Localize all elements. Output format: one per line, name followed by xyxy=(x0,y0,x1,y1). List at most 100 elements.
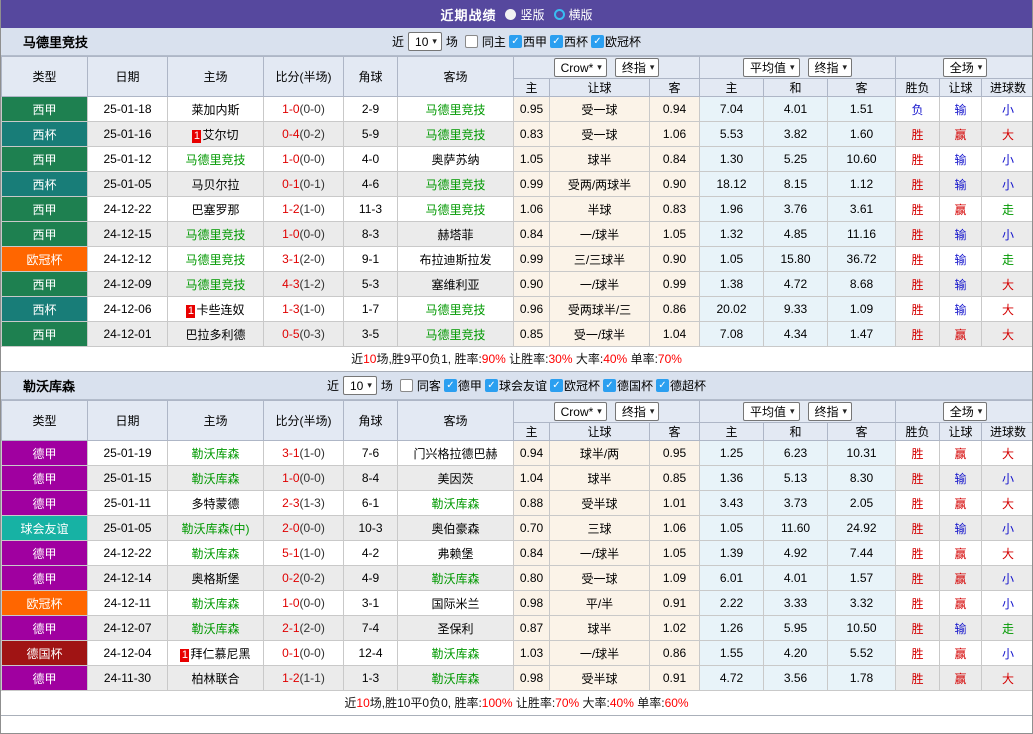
fulltime-score: 2-1 xyxy=(282,621,300,635)
chevron-down-icon: ▾ xyxy=(842,62,848,72)
score: 2-3(1-3) xyxy=(263,490,344,516)
type-badge: 西甲 xyxy=(1,146,88,172)
header-dropdown[interactable]: 平均值 ▾ xyxy=(742,58,800,77)
dropdown-value: 终指 xyxy=(621,405,646,419)
checkbox-label: 德国杯 xyxy=(616,379,653,393)
sub-col-header: 主 xyxy=(699,422,765,441)
halftime-score: (0-0) xyxy=(299,227,325,241)
header-dropdown[interactable]: 全场 ▾ xyxy=(942,58,988,77)
summary-segment: 场,胜10平0负0, 胜率: xyxy=(369,696,482,710)
fulltime-score: 3-1 xyxy=(282,446,300,460)
header-dropdown[interactable]: 终指 ▾ xyxy=(807,58,853,77)
fulltime-score: 1-0 xyxy=(282,102,300,116)
competition-checkbox[interactable]: ✓ 球会友谊 xyxy=(484,377,547,394)
type-badge: 西杯 xyxy=(1,121,88,147)
odds-home: 1.03 xyxy=(513,640,550,666)
competition-checkbox[interactable]: ✓ 西甲 xyxy=(508,33,547,50)
type-badge: 西甲 xyxy=(1,196,88,222)
sub-col-header: 和 xyxy=(763,78,829,97)
odds-home: 0.95 xyxy=(513,96,550,122)
col-header-type: 类型 xyxy=(1,400,88,441)
avg-away: 11.16 xyxy=(827,221,897,247)
type-badge: 德甲 xyxy=(1,565,88,591)
avg-home: 1.38 xyxy=(699,271,765,297)
competition-checkbox[interactable]: ✓ 西杯 xyxy=(549,33,588,50)
red-card-badge: 1 xyxy=(180,648,190,662)
score: 1-2(1-0) xyxy=(263,196,344,222)
corners: 2-9 xyxy=(343,96,398,122)
header-dropdown[interactable]: 全场 ▾ xyxy=(942,402,988,421)
avg-draw: 3.73 xyxy=(763,490,829,516)
team-label: 巴塞罗那 xyxy=(191,202,240,217)
avg-draw: 4.72 xyxy=(763,271,829,297)
header-dropdown[interactable]: 终指 ▾ xyxy=(807,402,853,421)
col-header-type: 类型 xyxy=(1,56,88,97)
match-count-select[interactable]: 10 ▾ xyxy=(408,32,442,51)
odds-home: 0.84 xyxy=(513,221,550,247)
odds-away: 1.06 xyxy=(648,515,701,541)
team-label: 勒沃库森 xyxy=(191,621,240,636)
odds-away: 0.86 xyxy=(648,640,701,666)
checkbox-label: 同客 xyxy=(416,379,441,393)
team-label: 勒沃库森(中) xyxy=(181,521,250,536)
table-row: 西甲 25-01-12 马德里竞技 1-0(0-0) 4-0 奥萨苏纳 1.05 球半 0.84… xyxy=(1,146,1032,172)
result-handicap: 输 xyxy=(939,615,983,641)
match-date: 24-11-30 xyxy=(87,665,168,691)
competition-checkbox[interactable]: ✓ 欧冠杯 xyxy=(590,33,641,50)
home-team: 勒沃库森(中) xyxy=(167,515,264,541)
match-date: 24-12-11 xyxy=(87,590,168,616)
odds-away: 1.01 xyxy=(648,490,701,516)
corners: 4-2 xyxy=(343,540,398,566)
competition-checkbox[interactable]: ✓ 德甲 xyxy=(443,377,482,394)
score: 0-2(0-2) xyxy=(263,565,344,591)
fulltime-score: 0-4 xyxy=(282,127,300,141)
games-label: 场 xyxy=(380,379,393,393)
result-outcome: 胜 xyxy=(895,665,941,691)
header-dropdown[interactable]: 平均值 ▾ xyxy=(742,402,800,421)
dropdown-value: 终指 xyxy=(814,61,839,75)
home-team: 马德里竞技 xyxy=(167,271,264,297)
col-header-score: 比分(半场) xyxy=(263,56,344,97)
odds-away: 1.04 xyxy=(648,321,701,347)
away-team: 赫塔菲 xyxy=(397,221,514,247)
team-label: 卡些连奴 xyxy=(196,302,245,317)
header-dropdown[interactable]: 终指 ▾ xyxy=(614,58,660,77)
handicap-line: 球半 xyxy=(549,465,650,491)
competition-checkbox[interactable]: 同客 xyxy=(399,377,441,394)
fulltime-score: 1-2 xyxy=(282,671,300,685)
avg-home: 1.55 xyxy=(699,640,765,666)
competition-checkbox[interactable]: ✓ 德国杯 xyxy=(602,377,653,394)
competition-checkbox[interactable]: 同主 xyxy=(464,33,506,50)
corners: 5-9 xyxy=(343,121,398,147)
header-dropdown[interactable]: 终指 ▾ xyxy=(614,402,660,421)
chevron-down-icon: ▾ xyxy=(977,406,983,416)
halftime-score: (0-2) xyxy=(299,127,325,141)
table-row: 西甲 25-01-18 莱加内斯 1-0(0-0) 2-9 马德里竞技 0.95 受一球 0.9… xyxy=(1,96,1032,122)
home-team: 奥格斯堡 xyxy=(167,565,264,591)
unchecked-checkbox-icon xyxy=(464,35,478,48)
result-goals: 小 xyxy=(981,565,1032,591)
competition-checkbox[interactable]: ✓ 欧冠杯 xyxy=(549,377,600,394)
fulltime-score: 2-0 xyxy=(282,521,300,535)
result-goals: 小 xyxy=(981,171,1032,197)
competition-checkbox[interactable]: ✓ 德超杯 xyxy=(655,377,706,394)
fulltime-score: 0-1 xyxy=(282,646,300,660)
halftime-score: (1-3) xyxy=(299,496,325,510)
layout-radio-horizontal[interactable]: 横版 xyxy=(553,6,593,23)
header-dropdown[interactable]: Crow* ▾ xyxy=(553,402,607,421)
match-date: 25-01-05 xyxy=(87,515,168,541)
home-team: 马贝尔拉 xyxy=(167,171,264,197)
red-card-badge: 1 xyxy=(192,129,202,143)
table-row: 西杯 24-12-06 1 卡些连奴 1-3(1-0) 1-7 马德里竞技 0.96 受两球半/… xyxy=(1,296,1032,322)
corners: 10-3 xyxy=(343,515,398,541)
header-dropdown[interactable]: Crow* ▾ xyxy=(553,58,607,77)
team-label: 奥格斯堡 xyxy=(191,571,240,586)
avg-draw: 9.33 xyxy=(763,296,829,322)
result-outcome: 胜 xyxy=(895,440,941,466)
summary-segment: 40% xyxy=(609,696,634,710)
match-count-select[interactable]: 10 ▾ xyxy=(343,376,377,395)
corners: 1-7 xyxy=(343,296,398,322)
result-outcome: 胜 xyxy=(895,246,941,272)
layout-radio-vertical[interactable]: 竖版 xyxy=(505,6,545,23)
sub-col-header: 主 xyxy=(513,422,550,441)
